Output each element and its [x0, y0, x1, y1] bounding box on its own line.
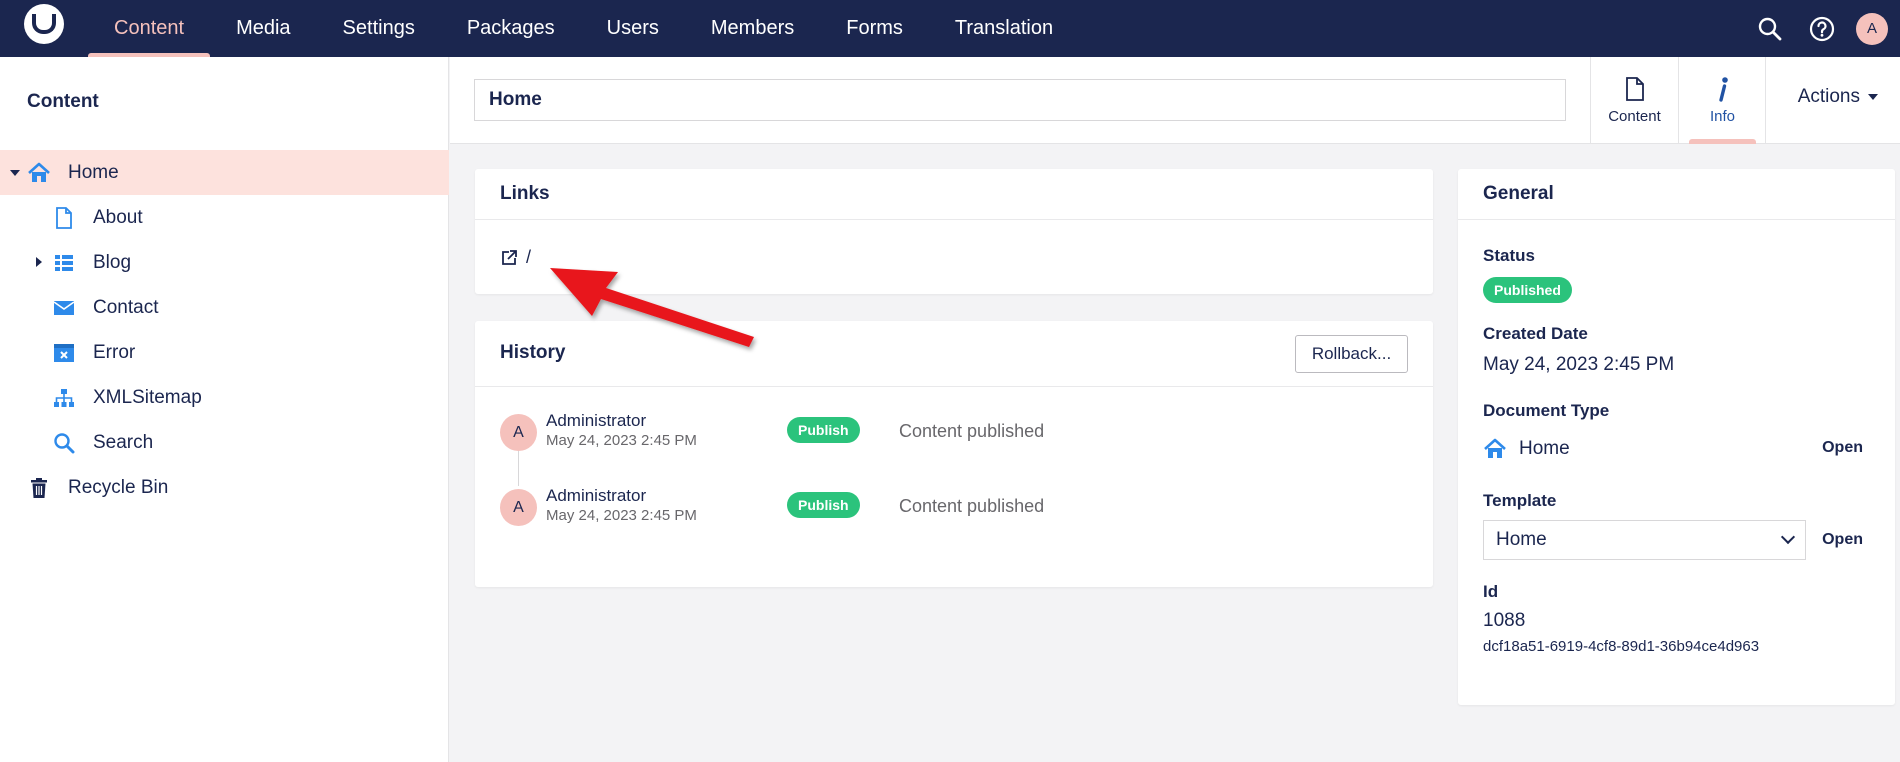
avatar-initial: A — [1856, 12, 1888, 45]
content-tree-sidebar: Content Home About Blog Contact Error XM… — [0, 57, 449, 762]
caret-down-icon[interactable] — [10, 170, 20, 176]
chevron-down-icon — [1780, 529, 1796, 545]
history-description: Content published — [899, 496, 1045, 516]
app-info-button[interactable]: Info — [1678, 57, 1766, 144]
tree-item-about[interactable]: About — [0, 195, 449, 240]
editor-header: Content Info Actions — [450, 57, 1900, 144]
history-entry: A Administrator May 24, 2023 2:45 PM Pub… — [500, 411, 1400, 454]
history-user: Administrator — [546, 411, 647, 430]
divider — [475, 219, 1433, 220]
tree-item-contact[interactable]: Contact — [0, 285, 449, 330]
main-nav: Content Media Settings Packages Users Me… — [88, 0, 1079, 57]
nav-packages[interactable]: Packages — [441, 0, 581, 57]
app-content-button[interactable]: Content — [1590, 57, 1678, 144]
user-avatar[interactable]: A — [1848, 0, 1900, 57]
top-icons: A — [1744, 0, 1900, 57]
tree-item-label: Error — [93, 341, 136, 363]
nav-settings[interactable]: Settings — [317, 0, 441, 57]
home-icon — [1484, 438, 1506, 458]
history-description: Content published — [899, 421, 1045, 441]
created-date-label: Created Date — [1483, 324, 1588, 343]
nav-media[interactable]: Media — [210, 0, 316, 57]
links-title: Links — [500, 183, 550, 204]
document-type-label: Document Type — [1483, 401, 1610, 420]
mail-icon — [52, 296, 76, 320]
annotation-arrow-icon — [550, 268, 754, 347]
header-divider — [1765, 57, 1766, 144]
history-user: Administrator — [546, 486, 647, 505]
general-title: General — [1483, 183, 1554, 204]
divider — [1458, 219, 1895, 220]
nav-forms[interactable]: Forms — [820, 0, 929, 57]
tree-item-label: Search — [93, 431, 154, 453]
status-label: Status — [1483, 246, 1535, 265]
id-value: 1088 — [1483, 610, 1526, 631]
document-type-open-link[interactable]: Open — [1822, 439, 1863, 457]
app-content-label: Content — [1608, 108, 1661, 125]
avatar: A — [500, 414, 537, 451]
home-icon — [27, 161, 51, 185]
search-icon[interactable] — [1744, 0, 1796, 57]
template-selected-value: Home — [1496, 529, 1547, 550]
document-type-name: Home — [1519, 438, 1570, 459]
nav-members[interactable]: Members — [685, 0, 820, 57]
actions-dropdown[interactable]: Actions — [1798, 86, 1878, 108]
divider — [475, 386, 1433, 387]
created-date-value: May 24, 2023 2:45 PM — [1483, 354, 1675, 375]
nav-translation[interactable]: Translation — [929, 0, 1079, 57]
search-icon — [52, 431, 76, 455]
sidebar-title: Content — [27, 91, 99, 112]
avatar: A — [500, 489, 537, 526]
document-link-url: / — [526, 247, 532, 267]
id-label: Id — [1483, 582, 1499, 601]
document-icon — [1625, 77, 1644, 101]
history-date: May 24, 2023 2:45 PM — [546, 432, 697, 449]
tree-item-label: About — [93, 206, 143, 228]
status-badge: Published — [1483, 277, 1572, 303]
error-page-icon — [52, 341, 76, 365]
tree-item-label: Home — [68, 161, 119, 183]
nav-content[interactable]: Content — [88, 0, 211, 57]
nav-users[interactable]: Users — [581, 0, 685, 57]
list-icon — [52, 251, 76, 275]
document-link[interactable]: / — [500, 247, 531, 268]
umbraco-logo[interactable] — [24, 4, 64, 44]
help-icon[interactable] — [1796, 0, 1848, 57]
app-info-label: Info — [1709, 108, 1736, 125]
tree-item-recycle-bin[interactable]: Recycle Bin — [0, 465, 449, 510]
publish-badge: Publish — [787, 417, 860, 443]
external-link-icon — [502, 249, 517, 265]
guid-value: dcf18a51-6919-4cf8-89d1-36b94ce4d963 — [1483, 638, 1760, 655]
history-date: May 24, 2023 2:45 PM — [546, 507, 697, 524]
info-icon — [1718, 77, 1728, 102]
template-select[interactable]: Home — [1483, 520, 1806, 560]
document-type-value: Home — [1483, 437, 1570, 461]
trash-icon — [27, 476, 51, 500]
sitemap-icon — [52, 386, 76, 410]
actions-label: Actions — [1797, 86, 1860, 107]
tree-item-error[interactable]: Error — [0, 330, 449, 375]
node-name-input[interactable] — [474, 79, 1566, 121]
history-card: History Rollback... A Administrator May … — [475, 321, 1433, 587]
template-open-link[interactable]: Open — [1822, 531, 1863, 549]
caret-down-icon — [1868, 94, 1878, 100]
general-card: General Status Published Created Date Ma… — [1458, 169, 1895, 705]
tree-item-blog[interactable]: Blog — [0, 240, 449, 285]
tree-item-search[interactable]: Search — [0, 420, 449, 465]
document-icon — [52, 206, 76, 230]
tree-item-label: XMLSitemap — [93, 386, 202, 408]
top-bar: Content Media Settings Packages Users Me… — [0, 0, 1900, 57]
rollback-button[interactable]: Rollback... — [1295, 335, 1408, 373]
caret-right-icon[interactable] — [36, 257, 42, 267]
tree-item-label: Blog — [93, 251, 132, 273]
tree-item-home[interactable]: Home — [0, 150, 449, 195]
tree-item-xmlsitemap[interactable]: XMLSitemap — [0, 375, 449, 420]
content-tree: Home About Blog Contact Error XMLSitemap… — [0, 150, 449, 510]
publish-badge: Publish — [787, 492, 860, 518]
tree-item-label: Recycle Bin — [68, 476, 169, 498]
history-entry: A Administrator May 24, 2023 2:45 PM Pub… — [500, 486, 1400, 529]
template-label: Template — [1483, 491, 1557, 510]
tree-item-label: Contact — [93, 296, 159, 318]
